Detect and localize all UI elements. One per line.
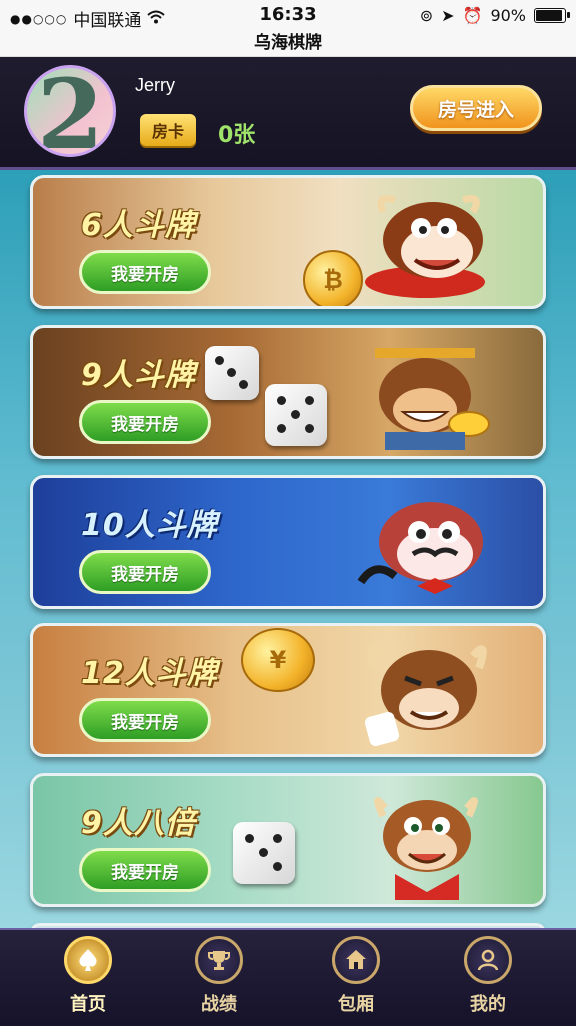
- open-room-button[interactable]: 我要开房: [79, 698, 211, 742]
- bottom-nav: 首页 战绩 包厢 我的: [0, 928, 576, 1026]
- username: Jerry: [135, 75, 175, 95]
- alarm-icon: ⏰: [462, 6, 483, 25]
- game-banner-6-player[interactable]: 6人斗牌 我要开房 ₿: [30, 175, 546, 309]
- open-room-button[interactable]: 我要开房: [79, 250, 211, 294]
- user-icon: [464, 936, 512, 984]
- battery-percent: 90%: [490, 6, 526, 25]
- open-room-button[interactable]: 我要开房: [79, 550, 211, 594]
- avatar[interactable]: 2: [24, 65, 116, 157]
- open-room-button[interactable]: 我要开房: [79, 848, 211, 892]
- app-title: 乌海棋牌: [254, 33, 322, 53]
- game-title: 6人斗牌: [81, 208, 196, 243]
- fierce-cow-mascot-icon: [364, 645, 487, 747]
- trophy-icon: [195, 936, 243, 984]
- tab-label: 战绩: [201, 994, 237, 1015]
- battery-icon: [534, 8, 570, 23]
- status-bar: ●●○○○ 中国联通 16:33 乌海棋牌 ⊚ ➤ ⏰ 90%: [0, 0, 576, 57]
- profile-header: 2 Jerry 房卡 0张 房号进入: [0, 57, 576, 170]
- game-title: 9人斗牌: [81, 358, 196, 393]
- game-title: 12人斗牌: [81, 656, 218, 691]
- status-right: ⊚ ➤ ⏰ 90%: [419, 6, 570, 25]
- tab-home[interactable]: 首页: [40, 936, 136, 1022]
- game-list: 6人斗牌 我要开房 ₿ 9人斗牌 我要开房 10人斗牌 我要开房 12人斗牌 我…: [0, 170, 576, 933]
- cowboy-mascot-icon: [374, 797, 478, 900]
- avatar-number: 2: [37, 65, 104, 157]
- spade-icon: [64, 936, 112, 984]
- room-card-badge: 房卡: [140, 114, 196, 146]
- tab-label: 首页: [70, 994, 106, 1015]
- house-icon: [332, 936, 380, 984]
- location-icon: ➤: [441, 6, 455, 25]
- tab-private-room[interactable]: 包厢: [308, 936, 404, 1022]
- lock-rotation-icon: ⊚: [419, 6, 434, 25]
- cow-mascot-icon: [365, 195, 485, 298]
- dice-icon: [205, 346, 259, 400]
- tab-profile[interactable]: 我的: [440, 936, 536, 1022]
- game-title: 9人八倍: [81, 806, 196, 841]
- game-banner-10-player[interactable]: 10人斗牌 我要开房: [30, 475, 546, 609]
- yen-coin-icon: ¥: [241, 628, 315, 692]
- open-room-button[interactable]: 我要开房: [79, 400, 211, 444]
- tab-records[interactable]: 战绩: [171, 936, 267, 1022]
- room-card-count: 0张: [218, 123, 256, 148]
- enter-room-number-button[interactable]: 房号进入: [410, 85, 542, 131]
- tab-label: 我的: [470, 994, 506, 1015]
- rich-cow-mascot-icon: [375, 348, 490, 450]
- cow-magician-mascot-icon: [357, 502, 483, 594]
- game-banner-9-player[interactable]: 9人斗牌 我要开房: [30, 325, 546, 459]
- game-title: 10人斗牌: [81, 508, 218, 543]
- tab-label: 包厢: [338, 994, 374, 1015]
- coin-icon: ₿: [303, 250, 363, 306]
- game-banner-12-player[interactable]: 12人斗牌 我要开房 ¥: [30, 623, 546, 757]
- game-banner-9-player-8x[interactable]: 9人八倍 我要开房: [30, 773, 546, 907]
- dice-icon: [265, 384, 327, 446]
- dice-icon: [233, 822, 295, 884]
